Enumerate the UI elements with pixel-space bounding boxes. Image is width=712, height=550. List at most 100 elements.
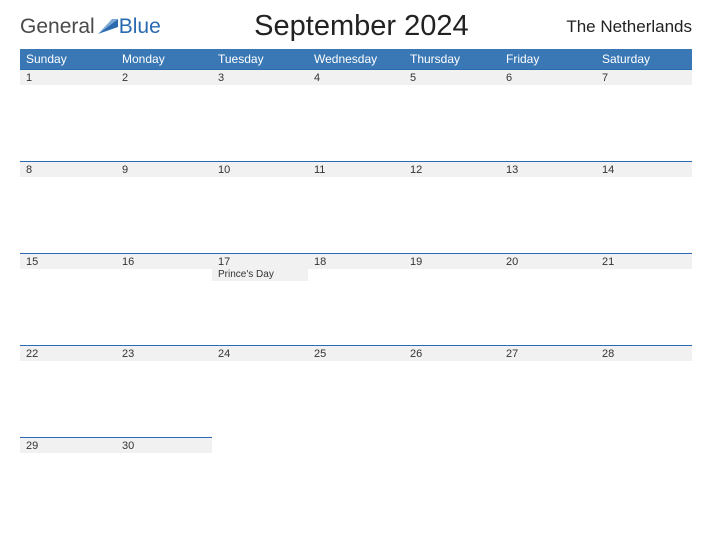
day-number: 8 bbox=[26, 164, 110, 176]
day-cell-header: 13 bbox=[500, 161, 596, 177]
day-number: 24 bbox=[218, 348, 302, 360]
day-cell-header: 12 bbox=[404, 161, 500, 177]
calendar-day-cell: 17Prince's Day bbox=[212, 253, 308, 345]
day-cell-header: 11 bbox=[308, 161, 404, 177]
calendar-day-cell: 25 bbox=[308, 345, 404, 437]
calendar-day-cell bbox=[404, 437, 500, 517]
day-cell-header: 4 bbox=[308, 69, 404, 85]
calendar-header: General Blue September 2024 The Netherla… bbox=[20, 10, 692, 43]
day-cell-header: 6 bbox=[500, 69, 596, 85]
calendar-day-cell: 4 bbox=[308, 69, 404, 161]
day-cell-body bbox=[500, 177, 596, 251]
day-cell-header: 24 bbox=[212, 345, 308, 361]
logo-text-general: General bbox=[20, 15, 95, 39]
day-cell-body bbox=[20, 269, 116, 343]
day-number: 16 bbox=[122, 256, 206, 268]
day-number: 17 bbox=[218, 256, 302, 268]
day-number: 5 bbox=[410, 72, 494, 84]
day-number: 19 bbox=[410, 256, 494, 268]
calendar-day-cell: 5 bbox=[404, 69, 500, 161]
day-number: 12 bbox=[410, 164, 494, 176]
day-cell-header: 8 bbox=[20, 161, 116, 177]
day-cell-body bbox=[308, 177, 404, 251]
day-cell-body bbox=[116, 269, 212, 343]
day-cell-header: 3 bbox=[212, 69, 308, 85]
day-cell-body bbox=[500, 85, 596, 159]
calendar-day-cell: 24 bbox=[212, 345, 308, 437]
calendar-day-cell: 9 bbox=[116, 161, 212, 253]
day-number: 6 bbox=[506, 72, 590, 84]
day-cell-header: 17Prince's Day bbox=[212, 253, 308, 281]
calendar-title: September 2024 bbox=[161, 10, 562, 43]
calendar-day-cell: 27 bbox=[500, 345, 596, 437]
day-number: 23 bbox=[122, 348, 206, 360]
calendar-day-cell: 26 bbox=[404, 345, 500, 437]
day-cell-header: 19 bbox=[404, 253, 500, 269]
calendar-day-cell bbox=[596, 437, 692, 517]
calendar-day-cell: 10 bbox=[212, 161, 308, 253]
calendar-day-cell: 18 bbox=[308, 253, 404, 345]
day-cell-body bbox=[212, 361, 308, 435]
calendar-day-cell: 1 bbox=[20, 69, 116, 161]
day-cell-body bbox=[212, 177, 308, 251]
day-number: 10 bbox=[218, 164, 302, 176]
day-cell-body bbox=[596, 177, 692, 251]
day-cell-body bbox=[596, 269, 692, 343]
day-cell-body bbox=[20, 85, 116, 159]
weekday-header: Monday bbox=[116, 49, 212, 69]
day-cell-body bbox=[500, 269, 596, 343]
calendar-day-cell: 6 bbox=[500, 69, 596, 161]
calendar-day-cell: 3 bbox=[212, 69, 308, 161]
calendar-week-row: 22232425262728 bbox=[20, 345, 692, 437]
calendar-week-row: 151617Prince's Day18192021 bbox=[20, 253, 692, 345]
day-number: 29 bbox=[26, 440, 110, 452]
day-cell-body bbox=[404, 177, 500, 251]
calendar-day-cell: 13 bbox=[500, 161, 596, 253]
day-cell-body bbox=[596, 361, 692, 435]
day-number: 21 bbox=[602, 256, 686, 268]
logo-text-blue: Blue bbox=[119, 15, 161, 39]
calendar-day-cell: 19 bbox=[404, 253, 500, 345]
day-cell-header: 1 bbox=[20, 69, 116, 85]
day-cell-body bbox=[212, 85, 308, 159]
day-cell-body bbox=[20, 453, 116, 515]
brand-logo: General Blue bbox=[20, 15, 161, 39]
day-cell-header: 30 bbox=[116, 437, 212, 453]
weekday-header: Saturday bbox=[596, 49, 692, 69]
calendar-day-cell bbox=[308, 437, 404, 517]
calendar-day-cell: 23 bbox=[116, 345, 212, 437]
day-event: Prince's Day bbox=[218, 269, 302, 280]
day-number: 18 bbox=[314, 256, 398, 268]
day-cell-header: 29 bbox=[20, 437, 116, 453]
day-cell-header: 26 bbox=[404, 345, 500, 361]
day-cell-body bbox=[20, 361, 116, 435]
weekday-header: Sunday bbox=[20, 49, 116, 69]
calendar-day-cell bbox=[500, 437, 596, 517]
weekday-header: Tuesday bbox=[212, 49, 308, 69]
calendar-day-cell: 7 bbox=[596, 69, 692, 161]
day-cell-header: 21 bbox=[596, 253, 692, 269]
calendar-grid: Sunday Monday Tuesday Wednesday Thursday… bbox=[20, 49, 692, 517]
day-cell-header: 16 bbox=[116, 253, 212, 269]
calendar-day-cell: 30 bbox=[116, 437, 212, 517]
day-cell-body bbox=[500, 361, 596, 435]
day-cell-body bbox=[212, 281, 308, 355]
weekday-header: Wednesday bbox=[308, 49, 404, 69]
day-cell-body bbox=[404, 361, 500, 435]
day-number: 2 bbox=[122, 72, 206, 84]
weekday-header: Friday bbox=[500, 49, 596, 69]
day-cell-body bbox=[308, 85, 404, 159]
weekday-header-row: Sunday Monday Tuesday Wednesday Thursday… bbox=[20, 49, 692, 69]
day-cell-body bbox=[116, 85, 212, 159]
day-number: 7 bbox=[602, 72, 686, 84]
calendar-day-cell: 8 bbox=[20, 161, 116, 253]
day-cell-body bbox=[308, 269, 404, 343]
day-cell-body bbox=[596, 85, 692, 159]
day-number: 26 bbox=[410, 348, 494, 360]
day-cell-body bbox=[116, 453, 212, 515]
day-cell-header: 2 bbox=[116, 69, 212, 85]
region-label: The Netherlands bbox=[562, 17, 692, 37]
calendar-week-row: 1234567 bbox=[20, 69, 692, 161]
day-number: 3 bbox=[218, 72, 302, 84]
day-cell-header: 27 bbox=[500, 345, 596, 361]
